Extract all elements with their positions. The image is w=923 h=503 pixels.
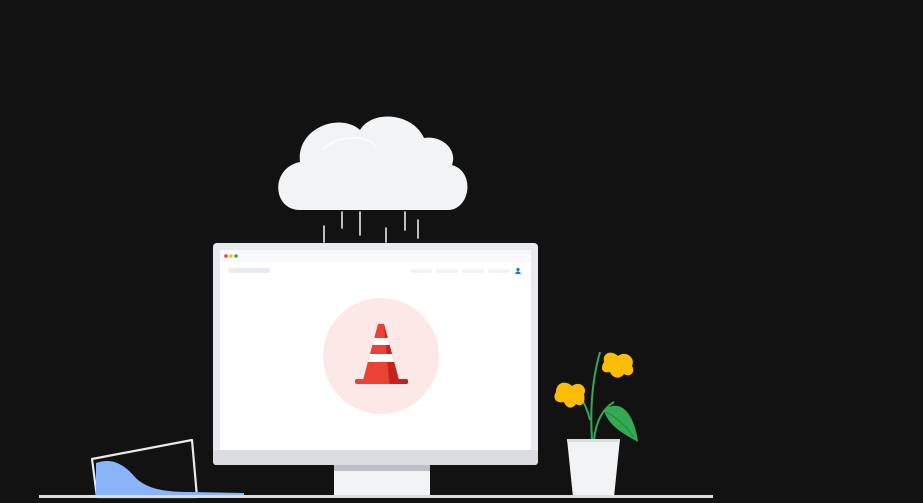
window-minimize-dot [229,254,233,258]
flower-icon-left [554,382,586,408]
page-title-placeholder [228,268,270,273]
desk-surface [39,495,713,498]
browser-toolbar [220,250,531,262]
nav-placeholder-2 [436,269,458,273]
offline-illustration [39,116,713,499]
flower-icon-right [602,352,634,378]
plant [554,351,638,497]
monitor [213,243,538,497]
cloud-icon [278,116,468,210]
monitor-chin [213,450,538,465]
flower-pot [567,439,620,497]
nav-placeholder-4 [488,269,510,273]
window-close-dot [224,254,228,258]
window-maximize-dot [234,254,238,258]
rain-lines [323,211,419,243]
nav-placeholder-3 [462,269,484,273]
nav-placeholder-1 [410,269,432,273]
